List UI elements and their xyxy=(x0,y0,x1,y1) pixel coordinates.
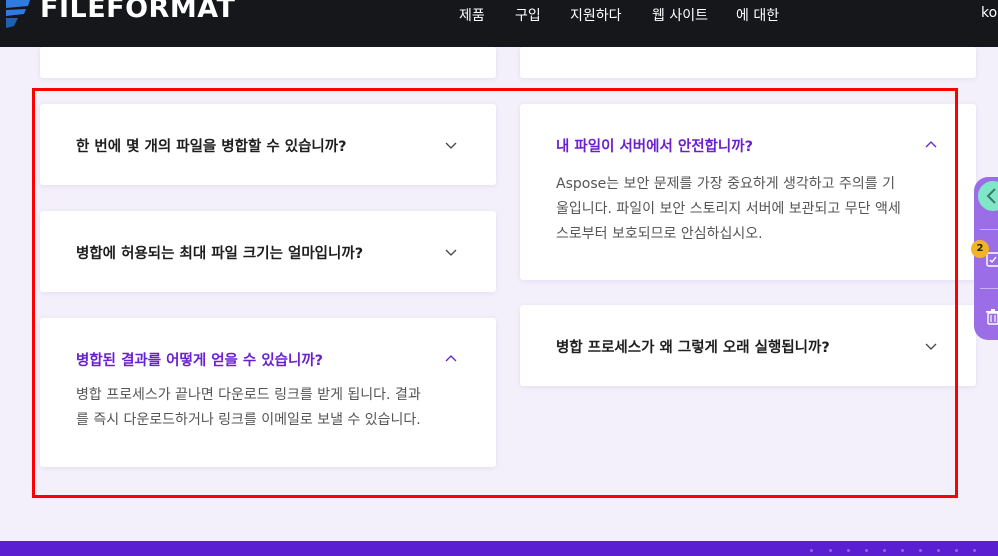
decor-dot xyxy=(883,549,886,552)
faq-item-collapsed[interactable]: 한 번에 몇 개의 파일을 병합할 수 있습니까? xyxy=(40,104,496,185)
chevron-down-icon[interactable] xyxy=(444,247,458,257)
decor-dot xyxy=(810,549,813,552)
faq-answer-line: 를 즉시 다운로드하거나 링크를 이메일로 보낼 수 있습니다. xyxy=(76,412,421,428)
decor-dot xyxy=(973,549,976,552)
chevron-up-icon[interactable] xyxy=(924,139,938,149)
faq-answer: Aspose는 보안 문제를 가장 중요하게 생각하고 주의를 기 울입니다. … xyxy=(556,172,948,247)
faq-answer: 병합 프로세스가 끝나면 다운로드 링크를 받게 됩니다. 결과 를 즉시 다운… xyxy=(76,383,462,433)
chevron-left-icon xyxy=(986,188,996,204)
faq-card-partial-right xyxy=(520,47,976,78)
faq-item-expanded[interactable]: 내 파일이 서버에서 안전합니까? Aspose는 보안 문제를 가장 중요하게… xyxy=(520,104,976,280)
faq-question[interactable]: 내 파일이 서버에서 안전합니까? xyxy=(556,135,753,156)
decor-dot xyxy=(865,549,868,552)
main-nav: 제품 구입 지원하다 웹 사이트 에 대한 xyxy=(0,5,998,25)
nav-item-support[interactable]: 지원하다 xyxy=(570,5,622,25)
trash-icon[interactable] xyxy=(986,309,998,325)
nav-item-buy[interactable]: 구입 xyxy=(515,5,541,25)
top-navbar: FILEFORMAT 제품 구입 지원하다 웹 사이트 에 대한 ko xyxy=(0,0,998,47)
decor-dot xyxy=(847,549,850,552)
decor-dot xyxy=(937,549,940,552)
decor-dot xyxy=(955,549,958,552)
faq-item-collapsed[interactable]: 병합 프로세스가 왜 그렇게 오래 실행됩니까? xyxy=(520,305,976,386)
collapse-toolbar-button[interactable] xyxy=(978,181,998,211)
decor-dot xyxy=(919,549,922,552)
divider xyxy=(980,229,998,230)
faq-question[interactable]: 한 번에 몇 개의 파일을 병합할 수 있습니까? xyxy=(76,135,347,156)
chevron-up-icon[interactable] xyxy=(444,353,458,363)
notification-badge: 2 xyxy=(971,240,989,258)
faq-card-partial-left xyxy=(40,47,496,78)
language-selector[interactable]: ko xyxy=(981,5,997,21)
faq-answer-line: 스로부터 보호되므로 안심하십시오. xyxy=(556,226,763,242)
chevron-down-icon[interactable] xyxy=(924,341,938,351)
side-toolbar xyxy=(974,177,998,340)
nav-item-about[interactable]: 에 대한 xyxy=(736,5,779,25)
nav-item-website[interactable]: 웹 사이트 xyxy=(652,5,708,25)
chevron-down-icon[interactable] xyxy=(444,140,458,150)
nav-item-products[interactable]: 제품 xyxy=(459,5,485,25)
faq-item-collapsed[interactable]: 병합에 허용되는 최대 파일 크기는 얼마입니까? xyxy=(40,211,496,292)
divider xyxy=(980,288,998,289)
faq-question[interactable]: 병합 프로세스가 왜 그렇게 오래 실행됩니까? xyxy=(556,336,830,357)
faq-question[interactable]: 병합에 허용되는 최대 파일 크기는 얼마입니까? xyxy=(76,242,363,263)
decor-dot xyxy=(901,549,904,552)
footer-band xyxy=(0,541,998,556)
decor-dot xyxy=(829,549,832,552)
faq-answer-line: Aspose는 보안 문제를 가장 중요하게 생각하고 주의를 기 xyxy=(556,176,895,192)
faq-item-expanded[interactable]: 병합된 결과를 어떻게 얻을 수 있습니까? 병합 프로세스가 끝나면 다운로드… xyxy=(40,318,496,467)
faq-answer-line: 병합 프로세스가 끝나면 다운로드 링크를 받게 됩니다. 결과 xyxy=(76,387,421,403)
faq-question[interactable]: 병합된 결과를 어떻게 얻을 수 있습니까? xyxy=(76,349,323,370)
faq-answer-line: 울입니다. 파일이 보안 스토리지 서버에 보관되고 무단 액세 xyxy=(556,201,901,217)
